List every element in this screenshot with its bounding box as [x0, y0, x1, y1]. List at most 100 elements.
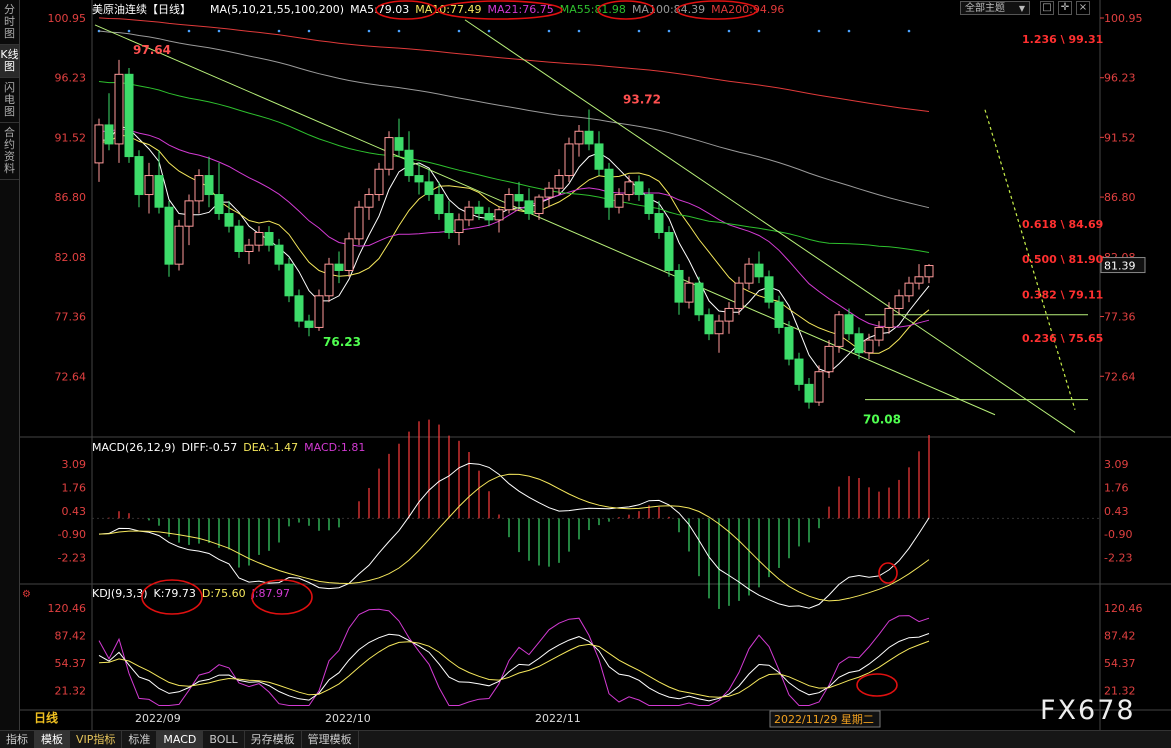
kdj-tick-right: 54.37	[1104, 657, 1136, 670]
price-tick-right: 91.52	[1104, 131, 1136, 144]
price-tick-left: 96.23	[55, 72, 87, 85]
ma-legend-5: MA100:84.39	[632, 3, 705, 16]
candle-body	[574, 130, 584, 145]
theme-select[interactable]: 全部主题 ▼	[960, 1, 1030, 15]
sidebar: 分时图 K线图 闪电图 合约资料	[0, 0, 20, 730]
window-icon[interactable]: □	[1040, 1, 1054, 15]
candle-body	[94, 124, 104, 164]
candle-body	[734, 282, 744, 309]
price-tick-left: 86.80	[55, 191, 87, 204]
candle-body	[674, 269, 684, 303]
candle-body	[664, 232, 674, 271]
candle-body	[324, 263, 334, 297]
candle-body	[824, 345, 834, 373]
cursor-date-label: 2022/11/29 星期二	[774, 713, 874, 726]
signal-dot	[187, 29, 191, 33]
candle-body	[294, 295, 304, 322]
candle-body	[174, 225, 184, 265]
ma10-line	[99, 134, 930, 354]
candle-body	[524, 200, 534, 215]
candle-body	[234, 225, 244, 252]
ma200-line	[98, 17, 930, 112]
theme-select-label: 全部主题	[965, 3, 1005, 14]
kdj-d-line	[98, 640, 930, 698]
price-tick-right: 96.23	[1104, 72, 1136, 85]
ma100-line	[98, 30, 930, 209]
candle-body	[314, 295, 324, 328]
candle-body	[764, 276, 774, 303]
macd-tick-left: 0.43	[62, 505, 87, 518]
ma-legend-0: MA(5,10,21,55,100,200)	[210, 3, 344, 16]
candle-body	[544, 187, 554, 198]
kdj-legend-2: D:75.60	[202, 587, 246, 600]
macd-tick-left: 1.76	[62, 481, 87, 494]
price-tick-left: 91.52	[55, 131, 87, 144]
bottom-tab-7[interactable]: 管理模板	[302, 731, 359, 748]
candle-body	[254, 232, 264, 246]
signal-dot	[907, 29, 911, 33]
candle-body	[604, 168, 614, 208]
macd-tick-right: -0.90	[1104, 528, 1132, 541]
candle-body	[534, 196, 544, 215]
candle-body	[214, 194, 224, 215]
signal-dot	[637, 29, 641, 33]
candle-body	[744, 263, 754, 284]
signal-dot	[307, 29, 311, 33]
settings-icon: ⚙	[22, 589, 31, 600]
candle-body	[124, 73, 134, 158]
extreme-label-0: 97.64	[133, 43, 171, 57]
candle-body	[474, 206, 484, 215]
bottom-tab-3[interactable]: 标准	[122, 731, 158, 748]
signal-dot	[277, 29, 281, 33]
candle-body	[884, 307, 894, 328]
close-icon[interactable]: ×	[1076, 1, 1090, 15]
bottom-tab-5[interactable]: BOLL	[203, 731, 245, 748]
timeframe-label: 日线	[34, 710, 58, 725]
candle-body	[654, 213, 664, 234]
sidebar-tab-2[interactable]: 闪电图	[0, 78, 19, 123]
candle-body	[854, 333, 864, 354]
candle-body	[754, 263, 764, 278]
candle-body	[444, 213, 454, 234]
signal-dot	[667, 29, 671, 33]
candle-body	[714, 320, 724, 335]
candle-body	[834, 314, 844, 347]
bottom-tab-6[interactable]: 另存模板	[245, 731, 302, 748]
kdj-tick-left: 120.46	[48, 602, 87, 615]
candle-body	[434, 194, 444, 215]
candle-body	[794, 358, 804, 385]
bottom-tab-2[interactable]: VIP指标	[70, 731, 123, 748]
candle-body	[624, 181, 634, 196]
candle-body	[514, 194, 524, 202]
candle-body	[104, 124, 114, 145]
watermark-logo: FX678	[1040, 695, 1136, 726]
macd-legend-3: MACD:1.81	[304, 441, 365, 454]
bottom-tab-1[interactable]: 模板	[35, 731, 70, 748]
macd-tick-right: -2.23	[1104, 552, 1132, 565]
candle-body	[244, 244, 254, 252]
candle-body	[144, 175, 154, 196]
kdj-legend-1: K:79.73	[154, 587, 196, 600]
candle-body	[184, 200, 194, 227]
sidebar-tab-1[interactable]: K线图	[0, 45, 19, 78]
fib-level-0: 1.236 \ 99.31	[1022, 33, 1103, 46]
candle-body	[464, 206, 474, 221]
candle-body	[874, 326, 884, 341]
candlestick-chart[interactable]: 美原油连续【日线】 MA(5,10,21,55,100,200) MA5:79.03…	[20, 0, 1171, 730]
price-tick-left: 100.95	[48, 12, 87, 25]
bottom-tab-4[interactable]: MACD	[157, 731, 204, 748]
candle-body	[334, 263, 344, 271]
crosshair-icon[interactable]: ✛	[1058, 1, 1072, 15]
candle-body	[644, 194, 654, 215]
chevron-down-icon: ▼	[1018, 4, 1025, 13]
macd-tick-right: 0.43	[1104, 505, 1129, 518]
candle-body	[804, 383, 814, 403]
candle-body	[914, 276, 924, 284]
fib-level-1: 0.618 \ 84.69	[1022, 218, 1103, 231]
bottom-tab-0[interactable]: 指标	[0, 731, 35, 748]
signal-dot	[217, 29, 221, 33]
sidebar-tab-0[interactable]: 分时图	[0, 0, 19, 45]
sidebar-tab-3[interactable]: 合约资料	[0, 123, 19, 180]
candle-body	[904, 282, 914, 297]
candle-body	[594, 143, 604, 170]
